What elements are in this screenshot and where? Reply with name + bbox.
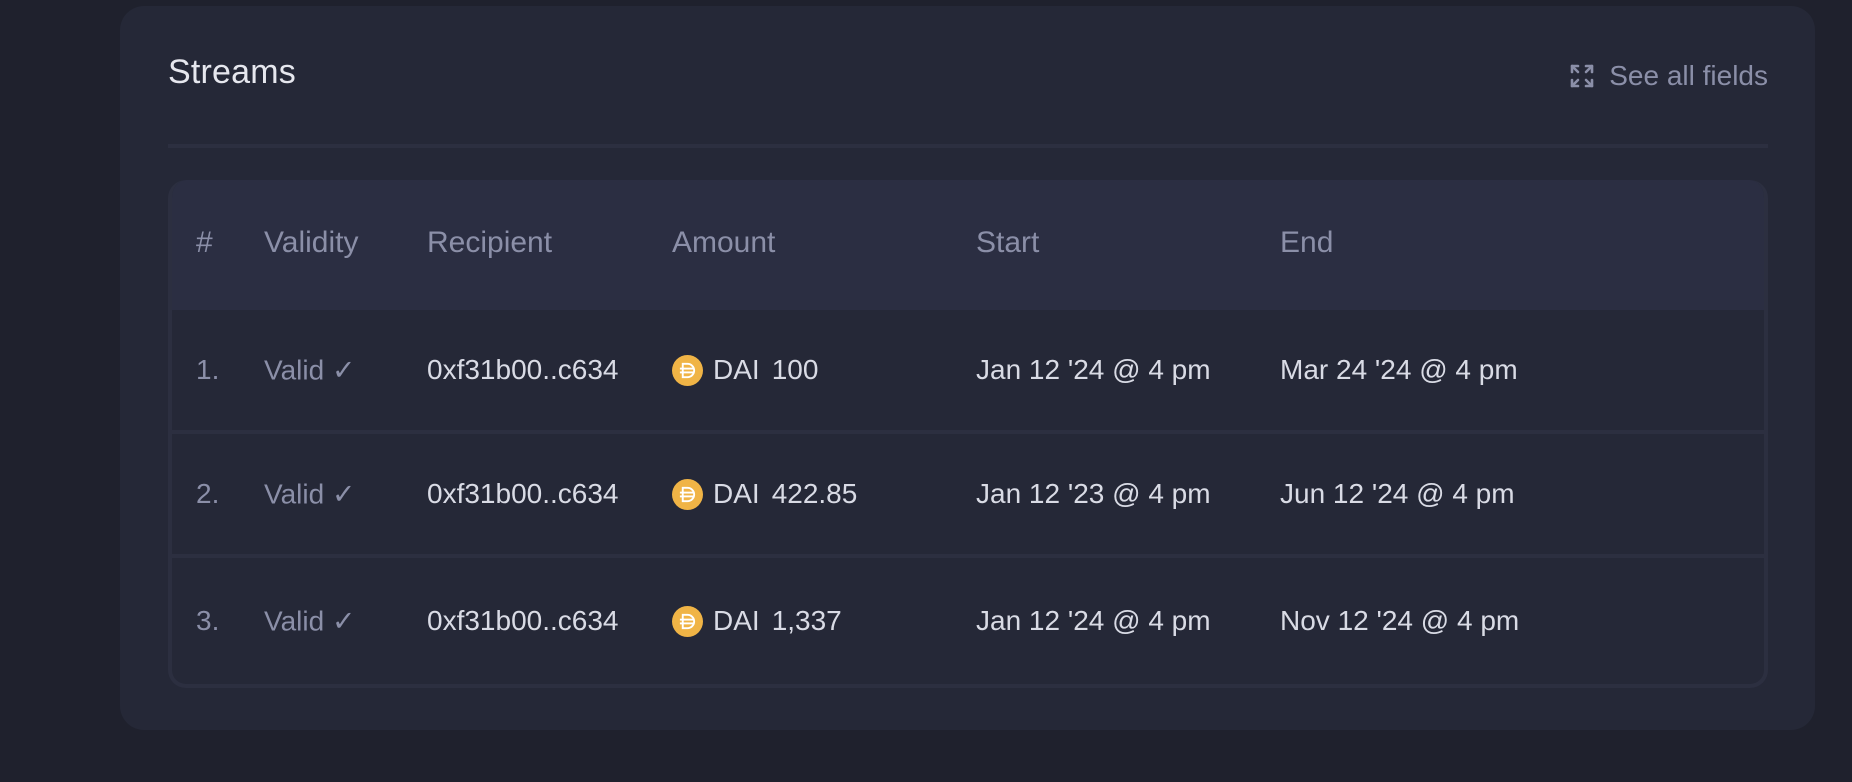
row-index: 1. (196, 354, 220, 385)
dai-icon (672, 478, 703, 510)
expand-icon (1569, 63, 1595, 89)
row-recipient[interactable]: 0xf31b00..c634 (427, 478, 619, 510)
row-start: Jan 12 '24 @ 4 pm (976, 354, 1211, 385)
header-recipient: Recipient (427, 226, 553, 259)
table-row[interactable]: 1. Valid ✓ 0xf31b00..c634 DAI 100 Jan 12… (172, 310, 1764, 430)
streams-card: Streams See all fields # Validity Recipi… (120, 6, 1815, 730)
header-start: Start (976, 226, 1040, 259)
token-symbol: DAI (713, 478, 760, 509)
dai-icon (672, 354, 703, 386)
row-end: Nov 12 '24 @ 4 pm (1280, 605, 1520, 636)
row-validity: Valid ✓ (264, 354, 356, 386)
row-start: Jan 12 '24 @ 4 pm (976, 605, 1211, 636)
row-recipient[interactable]: 0xf31b00..c634 (427, 605, 619, 637)
amount-value: 422.85 (771, 478, 858, 509)
header-index: # (196, 226, 213, 259)
header-amount: Amount (672, 226, 776, 259)
token-symbol: DAI (713, 605, 760, 636)
row-amount: DAI 422.85 (672, 478, 857, 510)
amount-value: 100 (771, 354, 819, 385)
amount-value: 1,337 (771, 605, 842, 636)
row-amount: DAI 100 (672, 354, 818, 386)
row-validity: Valid ✓ (264, 478, 356, 510)
table-header: # Validity Recipient Amount Start End (172, 180, 1764, 310)
header-validity: Validity (264, 226, 359, 259)
row-start: Jan 12 '23 @ 4 pm (976, 478, 1211, 509)
card-title: Streams (168, 53, 296, 91)
token-symbol: DAI (713, 354, 760, 385)
table-row[interactable]: 3. Valid ✓ 0xf31b00..c634 DAI 1,337 Jan … (172, 558, 1764, 684)
row-validity: Valid ✓ (264, 605, 356, 637)
header-end: End (1280, 226, 1334, 259)
row-end: Jun 12 '24 @ 4 pm (1280, 478, 1515, 509)
see-all-fields-button[interactable]: See all fields (1569, 60, 1768, 92)
row-index: 2. (196, 478, 220, 509)
row-recipient[interactable]: 0xf31b00..c634 (427, 354, 619, 386)
row-amount: DAI 1,337 (672, 605, 842, 637)
row-index: 3. (196, 605, 220, 636)
row-end: Mar 24 '24 @ 4 pm (1280, 354, 1518, 385)
see-all-fields-label: See all fields (1609, 60, 1768, 91)
streams-table: # Validity Recipient Amount Start End 1.… (168, 180, 1768, 688)
dai-icon (672, 605, 703, 637)
divider (168, 144, 1768, 148)
table-row[interactable]: 2. Valid ✓ 0xf31b00..c634 DAI 422.85 Jan… (172, 434, 1764, 554)
